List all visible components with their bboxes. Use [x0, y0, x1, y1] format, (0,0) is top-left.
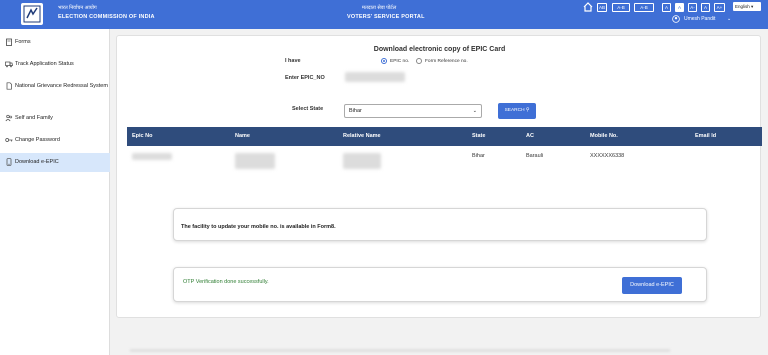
font-normal-button[interactable]: A — [701, 3, 710, 12]
font-decrease-button[interactable]: A- — [688, 3, 697, 12]
i-have-label: I have — [285, 58, 301, 64]
epic-no-input[interactable] — [345, 72, 405, 82]
key-icon — [5, 136, 13, 144]
org-name-english: ELECTION COMMISSION OF INDIA — [58, 14, 155, 20]
text-control-a[interactable]: A — [662, 3, 671, 12]
page-title: Download electronic copy of EPIC Card — [373, 46, 506, 53]
sidebar-item-forms[interactable]: Forms — [0, 38, 110, 46]
phone-card-icon — [5, 158, 13, 166]
eci-logo — [21, 3, 43, 25]
sidebar: Forms Track Application Status National … — [0, 29, 110, 355]
sidebar-item-self-family[interactable]: Self and Family — [0, 114, 110, 122]
text-control-spacing-2[interactable]: A-B — [634, 3, 654, 12]
language-select[interactable]: English ▾ — [733, 2, 761, 11]
user-avatar-icon — [672, 15, 680, 23]
mobile-update-notice: The facility to update your mobile no. i… — [173, 208, 707, 241]
column-header: State — [472, 133, 486, 139]
sidebar-item-grievance[interactable]: National Grievance Redressal System — [0, 82, 108, 90]
text-control-spacing-1[interactable]: A-B — [612, 3, 630, 12]
sidebar-item-label: Download e-EPIC — [15, 159, 59, 165]
epic-no-radio[interactable] — [381, 58, 387, 64]
document-icon — [5, 82, 13, 90]
state-select-value: Bihar — [349, 108, 362, 114]
sidebar-item-label: Change Password — [15, 137, 60, 143]
redacted-relative-name — [343, 153, 381, 169]
enter-epic-label: Enter EPIC_NO — [285, 75, 325, 81]
sidebar-item-change-password[interactable]: Change Password — [0, 136, 110, 144]
sidebar-item-download-epic[interactable]: Download e-EPIC — [0, 153, 110, 172]
font-increase-button[interactable]: A+ — [714, 3, 725, 12]
column-header: AC — [526, 133, 534, 139]
search-button-label: SEARCH — [504, 108, 525, 113]
column-header: Relative Name — [343, 133, 381, 139]
notice-text: The facility to update your mobile no. i… — [181, 224, 336, 230]
results-table-header: Epic No Name Relative Name State AC Mobi… — [127, 127, 762, 146]
column-header: Mobile No. — [590, 133, 618, 139]
user-name[interactable]: Umesh Pandit — [684, 16, 715, 22]
org-name-hindi: भारत निर्वाचन आयोग — [58, 5, 97, 11]
text-control-contrast[interactable]: A — [675, 3, 684, 12]
state-select[interactable]: Bihar ⌄ — [344, 104, 482, 118]
portal-name-hindi: मतदाता सेवा पोर्टल — [362, 5, 397, 11]
search-button[interactable]: SEARCH ⚲ — [498, 103, 536, 119]
portal-name-english: VOTERS' SERVICE PORTAL — [347, 14, 425, 20]
column-header: Name — [235, 133, 250, 139]
sidebar-item-label: Self and Family — [15, 115, 53, 121]
chevron-down-icon[interactable]: ⌄ — [727, 16, 731, 22]
ac-cell: Barauli — [526, 153, 544, 159]
epic-no-radio-label: EPIC no. — [390, 59, 410, 64]
column-header: Epic No — [132, 133, 153, 139]
truck-icon — [5, 60, 13, 68]
otp-success-message: OTP Verification done successfully. — [183, 279, 269, 285]
search-icon: ⚲ — [525, 108, 530, 113]
form-ref-radio-label: Form Reference no. — [425, 59, 468, 64]
sidebar-item-label: Forms — [15, 39, 31, 45]
select-state-label: Select State — [292, 106, 324, 112]
download-epic-button[interactable]: Download e-EPIC — [622, 277, 682, 294]
sidebar-item-label: Track Application Status — [15, 61, 74, 67]
mobile-cell: XXXXXX6338 — [590, 153, 625, 159]
language-value: English — [735, 4, 750, 9]
chevron-down-icon: ⌄ — [472, 108, 477, 114]
home-icon[interactable] — [583, 2, 593, 12]
people-icon — [5, 114, 13, 122]
sidebar-item-track-status[interactable]: Track Application Status — [0, 60, 110, 68]
footer-divider — [130, 349, 670, 352]
sidebar-item-label: National Grievance Redressal System — [15, 83, 108, 89]
text-control-ab[interactable]: AB — [597, 3, 607, 12]
top-header: भारत निर्वाचन आयोग ELECTION COMMISSION O… — [0, 0, 768, 29]
form-ref-radio[interactable] — [416, 58, 422, 64]
clipboard-icon — [5, 38, 13, 46]
otp-status-box: OTP Verification done successfully. Down… — [173, 267, 707, 302]
redacted-epic-no — [132, 153, 172, 160]
redacted-name — [235, 153, 275, 169]
column-header: Email Id — [695, 133, 717, 139]
download-epic-card: Download electronic copy of EPIC Card I … — [116, 35, 762, 318]
state-cell: Bihar — [472, 153, 485, 159]
